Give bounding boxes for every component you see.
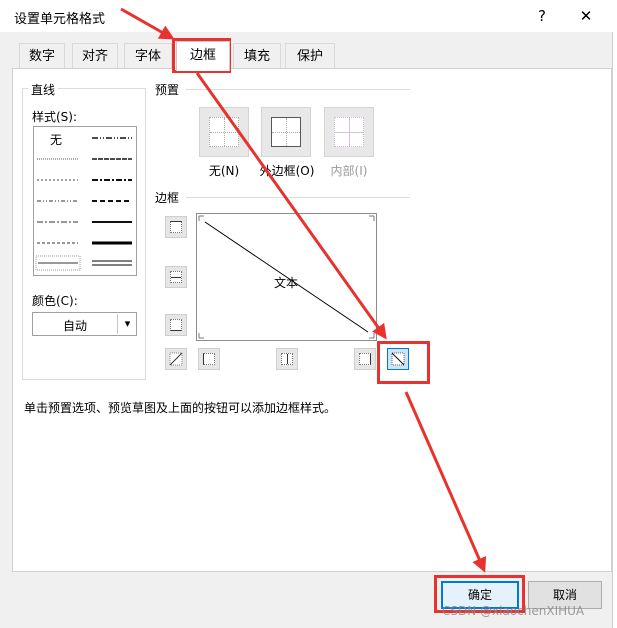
border-inside-vertical-icon (281, 353, 293, 365)
tab-border[interactable]: 边框 (176, 41, 230, 71)
preset-inside-icon (334, 117, 364, 147)
style-label: 样式(S): (32, 110, 78, 124)
preset-inside-label: 内部(I) (330, 164, 368, 178)
tab-protection[interactable]: 保护 (285, 43, 335, 69)
line-style-samples[interactable] (34, 127, 138, 277)
preset-outline-label: 外边框(O) (259, 164, 315, 178)
border-inside-horizontal-icon (170, 271, 182, 283)
title-bar: 设置单元格格式 ? ✕ (0, 0, 617, 32)
border-inside-vertical-button[interactable] (276, 348, 298, 370)
border-right-icon (359, 353, 371, 365)
color-select[interactable]: 自动 ▾ (32, 312, 137, 336)
preset-none-button[interactable] (199, 107, 249, 157)
tab-number[interactable]: 数字 (19, 43, 65, 69)
hint-text: 单击预置选项、预览草图及上面的按钮可以添加边框样式。 (24, 401, 337, 415)
tab-alignment[interactable]: 对齐 (72, 43, 118, 69)
border-bottom-icon (170, 319, 182, 331)
tab-fill[interactable]: 填充 (233, 43, 281, 69)
presets-title: 预置 (152, 81, 183, 98)
tab-font[interactable]: 字体 (124, 43, 172, 69)
dialog-title: 设置单元格格式 (14, 12, 106, 27)
color-label: 颜色(C): (32, 294, 78, 308)
diagonal-down-icon (391, 352, 405, 366)
format-cells-dialog: 设置单元格格式 ? ✕ 数字 对齐 字体 边框 填充 保护 直线 样式(S): … (0, 0, 617, 628)
help-button[interactable]: ? (522, 2, 562, 30)
border-diagonal-up-button[interactable] (165, 348, 187, 370)
preset-none-icon (209, 117, 239, 147)
border-diagonal-down-button[interactable] (387, 348, 409, 370)
diagonal-up-icon (169, 352, 183, 366)
preset-none-label: 无(N) (208, 164, 240, 178)
border-preview[interactable]: 文本 (196, 213, 377, 341)
border-inside-horizontal-button[interactable] (165, 266, 187, 288)
watermark: CSDN @xiaochenXIHUA (442, 604, 585, 618)
border-left-button[interactable] (198, 348, 220, 370)
chevron-down-icon[interactable]: ▾ (117, 314, 137, 334)
border-title: 边框 (152, 189, 183, 206)
line-group-title: 直线 (28, 81, 59, 98)
sheet-edge (612, 32, 617, 628)
preview-text: 文本 (274, 276, 299, 290)
preset-outline-button[interactable] (261, 107, 311, 157)
border-top-button[interactable] (165, 216, 187, 238)
line-style-list[interactable]: 无 (33, 126, 137, 276)
border-right-button[interactable] (354, 348, 376, 370)
color-select-value: 自动 (63, 319, 88, 333)
border-divider (186, 197, 410, 198)
preset-inside-button[interactable] (324, 107, 374, 157)
border-top-icon (170, 221, 182, 233)
presets-divider (186, 89, 410, 90)
preset-outline-icon (271, 117, 301, 147)
close-button[interactable]: ✕ (566, 2, 606, 30)
border-bottom-button[interactable] (165, 314, 187, 336)
border-left-icon (203, 353, 215, 365)
